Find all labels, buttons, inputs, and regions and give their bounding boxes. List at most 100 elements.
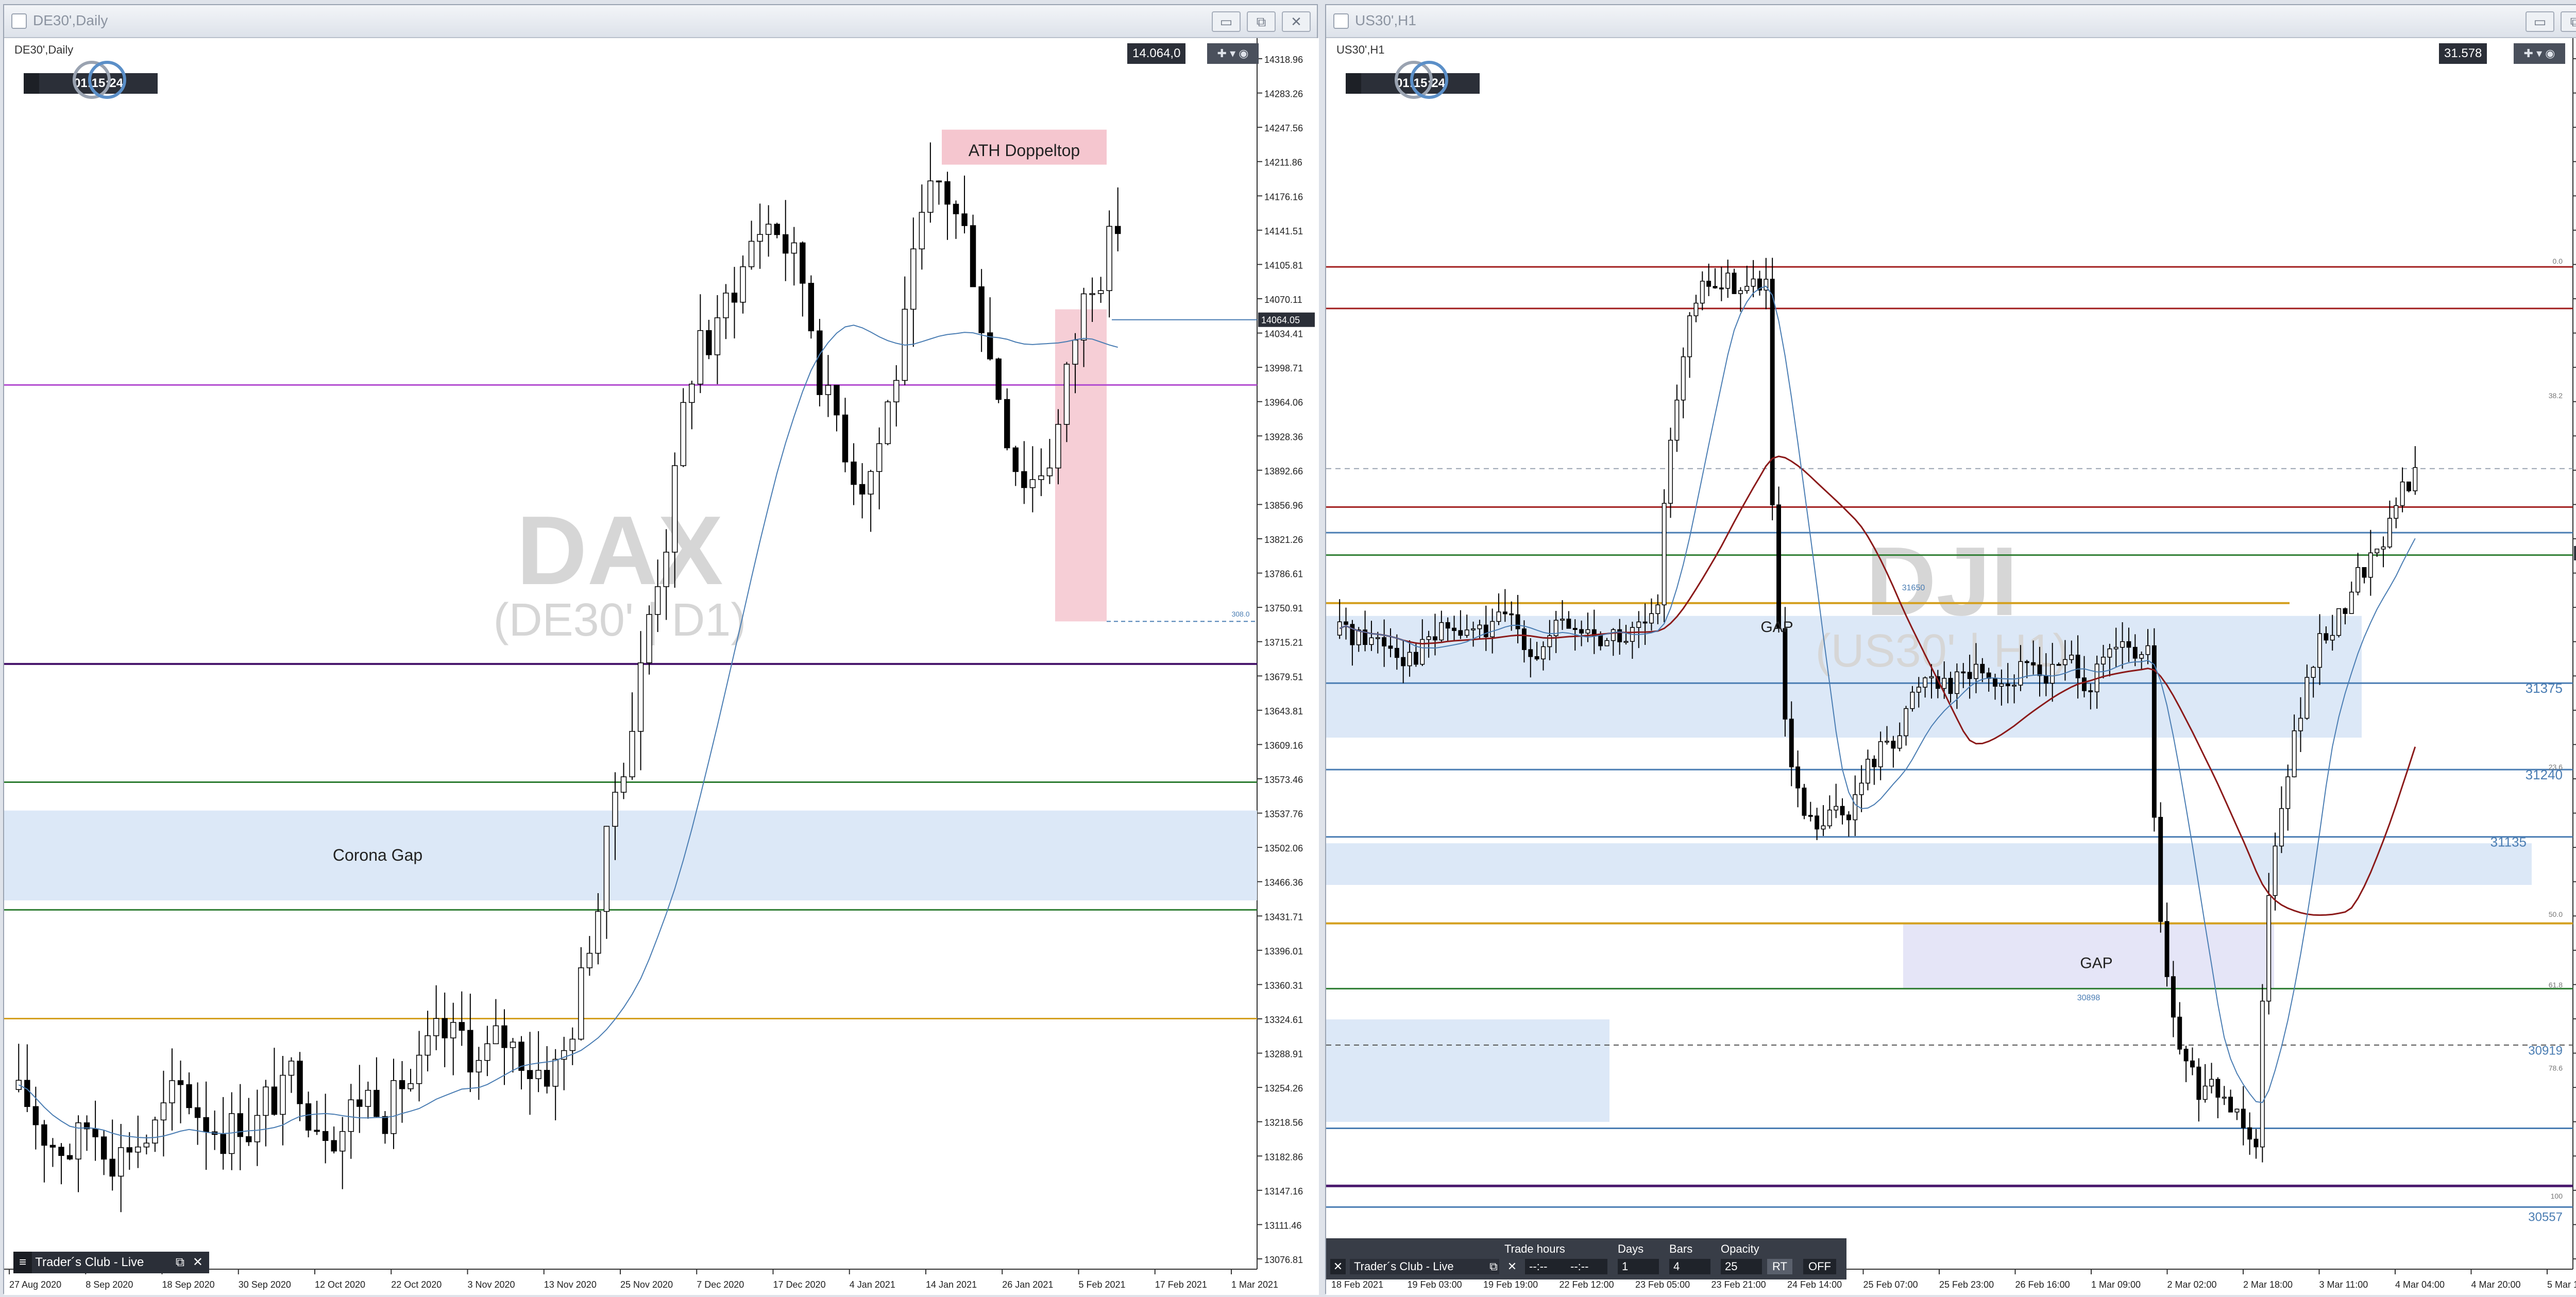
candle-body	[876, 443, 883, 472]
candle-body	[1713, 286, 1718, 288]
timer-handle[interactable]	[1346, 73, 1361, 94]
panel-restore-icon[interactable]: ⧉	[176, 1252, 184, 1273]
candle-body	[374, 1089, 380, 1117]
days-input[interactable]: 1	[1618, 1259, 1659, 1274]
candle-body	[1464, 629, 1469, 636]
price-axis-label: 14176.16	[1264, 192, 1303, 202]
fib-label: 23.6	[2549, 763, 2563, 771]
time-axis-label: 5 Feb 2021	[1079, 1279, 1126, 1290]
candle-body	[723, 293, 729, 318]
timer-handle[interactable]	[24, 73, 39, 94]
maximize-button[interactable]: ⧉	[2561, 11, 2576, 32]
candle-body	[1770, 279, 1775, 505]
candle-body	[1502, 611, 1507, 615]
toolbar-close-icon[interactable]: ✕	[1330, 1259, 1346, 1274]
right-window-title: US30',H1	[1355, 12, 1416, 28]
candle-body	[220, 1134, 226, 1154]
candle-body	[15, 1080, 22, 1090]
candle-body	[2222, 1097, 2227, 1099]
price-axis-label: 14070.11	[1264, 295, 1302, 305]
time-axis-label: 19 Feb 19:00	[1483, 1279, 1538, 1290]
candle-body	[1687, 315, 1692, 357]
candle-body	[978, 286, 985, 333]
rt-button[interactable]: RT	[1767, 1259, 1792, 1274]
candle-body	[1961, 671, 1966, 674]
left-trader-club-panel[interactable]: ≡ Trader´s Club - Live ⧉ ✕	[13, 1252, 209, 1273]
candle-body	[1693, 302, 1699, 316]
candle-body	[1483, 624, 1488, 638]
candle-body	[1776, 504, 1781, 629]
small-label-31650: 31650	[1902, 584, 1925, 592]
watermark-symbol: DJI	[1866, 527, 2018, 636]
candle-body	[1706, 281, 1711, 287]
candle-body	[1846, 814, 1851, 821]
candle-body	[1598, 635, 1603, 646]
trade-hours-toolbar[interactable]: ✕ Trader´s Club - Live ⧉ ✕ Trade hours -…	[1326, 1238, 1846, 1279]
left-price-tag: 14.064,0	[1127, 43, 1186, 64]
toolbar-restore-icon[interactable]: ⧉	[1486, 1259, 1501, 1274]
candle-body	[893, 380, 900, 402]
watermark-symbol: DAX	[516, 496, 723, 605]
gap-label-top: GAP	[1760, 619, 1793, 636]
panel-close-icon[interactable]: ✕	[193, 1252, 203, 1273]
candle-body	[1097, 290, 1104, 294]
candle-body	[1375, 637, 1380, 639]
time-axis-label: 23 Feb 21:00	[1711, 1279, 1766, 1290]
candle-body	[425, 1035, 431, 1056]
trade-hours-time-input[interactable]: --:--	[1525, 1259, 1566, 1274]
trade-hours-time-input-2[interactable]: --:--	[1566, 1259, 1607, 1274]
left-titlebar[interactable]: DE30',Daily ▭ ⧉ ✕	[4, 5, 1317, 38]
left-symbol-label: DE30',Daily	[14, 43, 74, 56]
candle-body	[1029, 479, 1036, 488]
right-chart-tools-icon[interactable]: ✚ ▾ ◉	[2514, 43, 2565, 64]
panel-menu-icon[interactable]: ≡	[13, 1252, 32, 1273]
candle-body	[1910, 692, 1915, 709]
off-button[interactable]: OFF	[1803, 1259, 1836, 1274]
candle-body	[1528, 649, 1533, 657]
candle-body	[1585, 629, 1590, 634]
candle-body	[118, 1147, 124, 1177]
left-chart-tools-icon[interactable]: ✚ ▾ ◉	[1207, 43, 1259, 64]
dax-chart-canvas[interactable]: DAX(DE30' | D1) 14318.96 14283.26 14247.56 1…	[4, 38, 1319, 1295]
maximize-button[interactable]: ⧉	[1247, 11, 1276, 32]
candle-body	[2387, 518, 2392, 548]
candle-body	[2075, 655, 2080, 678]
price-axis-label: 13076.81	[1264, 1255, 1303, 1265]
candle-body	[1834, 806, 1839, 811]
dow-chart-canvas[interactable]: DJI(US30' | H1)32343.2132289.6132236.013…	[1326, 38, 2576, 1295]
opacity-input[interactable]: 25	[1721, 1259, 1762, 1274]
candle-body	[1063, 364, 1070, 425]
time-axis-label: 26 Jan 2021	[1002, 1279, 1053, 1290]
candle-body	[2113, 646, 2119, 650]
time-axis-label: 5 Mar 13:00	[2547, 1279, 2576, 1290]
candle-body	[552, 1059, 558, 1087]
candle-body	[791, 242, 797, 254]
close-button[interactable]: ✕	[1282, 11, 1311, 32]
time-axis-label: 24 Feb 14:00	[1787, 1279, 1842, 1290]
minimize-button[interactable]: ▭	[1212, 11, 1241, 32]
chart-window-icon	[1333, 13, 1349, 29]
minimize-button[interactable]: ▭	[2526, 11, 2554, 32]
right-titlebar[interactable]: US30',H1 ▭ ⧉ ✕	[1326, 5, 2576, 38]
candle-body	[408, 1083, 414, 1089]
price-axis-label: 13111.46	[1264, 1220, 1301, 1231]
candle-body	[1046, 467, 1053, 476]
candle-body	[2043, 675, 2048, 684]
candle-body	[1439, 622, 1444, 641]
toolbar-x-icon[interactable]: ✕	[1504, 1259, 1520, 1274]
candle-body	[433, 1018, 439, 1036]
candle-body	[254, 1115, 261, 1142]
candle-body	[1662, 503, 1667, 606]
dow-chart-window[interactable]: US30',H1 ▭ ⧉ ✕ DJI(US30' | H1)32343.2132…	[1325, 4, 2576, 1295]
candle-body	[1668, 439, 1673, 504]
candle-body	[382, 1116, 388, 1134]
candle-body	[1426, 636, 1431, 640]
candle-body	[2304, 677, 2310, 719]
bars-input[interactable]: 4	[1669, 1259, 1710, 1274]
dax-chart-window[interactable]: DE30',Daily ▭ ⧉ ✕ DAX (DE30' | D1) 14318.9…	[3, 4, 1319, 1295]
candle-body	[2056, 664, 2061, 666]
candle-body	[1866, 759, 1870, 784]
candle-body	[100, 1136, 107, 1160]
candle-body	[152, 1119, 158, 1144]
candle-body	[748, 241, 755, 267]
